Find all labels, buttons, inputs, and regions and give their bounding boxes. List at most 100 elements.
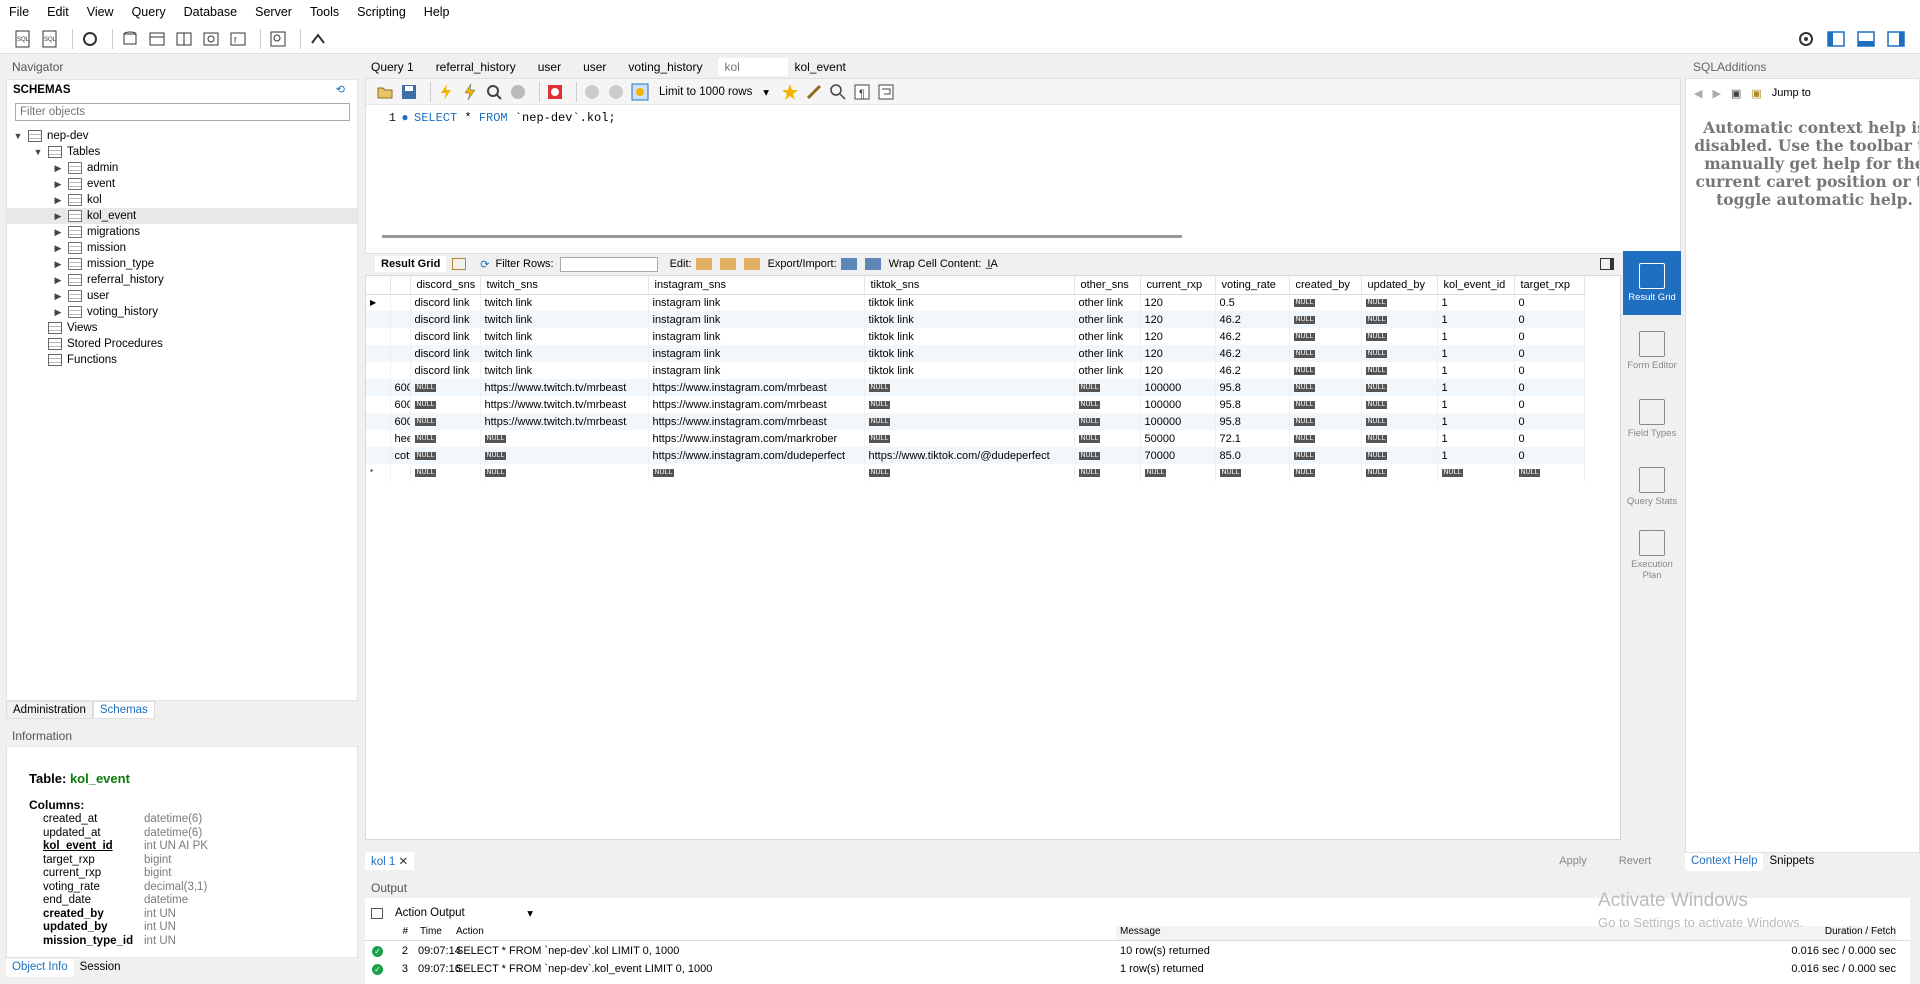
grid-cell[interactable]: 1 [1437, 362, 1515, 379]
tree-schema-nep-dev[interactable]: ▼ nep-dev [7, 128, 357, 144]
menu-help[interactable]: Help [415, 5, 459, 19]
grid-cell[interactable] [366, 413, 391, 430]
copy-icon[interactable] [371, 907, 383, 919]
editor-tab-voting_history[interactable]: voting_history [622, 58, 718, 76]
grid-cell[interactable]: https://www.tiktok.com/@dudeperfect [864, 447, 1075, 464]
grid-cell[interactable]: other link [1074, 311, 1141, 328]
grid-cell[interactable]: 120 [1140, 294, 1216, 311]
export-icon[interactable] [840, 258, 857, 270]
toggle-secondary-sidebar-icon[interactable] [1885, 28, 1907, 50]
grid-cell[interactable]: 6000 [390, 379, 411, 396]
column-header[interactable]: target_rxp [1514, 276, 1585, 295]
grid-cell[interactable]: 120 [1140, 345, 1216, 362]
refresh-icon[interactable]: ⟲ [336, 83, 345, 96]
grid-cell[interactable]: 0 [1514, 447, 1585, 464]
grid-cell[interactable]: twitch link [480, 294, 649, 311]
manual-help-icon[interactable]: ▣ [1731, 87, 1741, 100]
filter-rows-input[interactable] [559, 256, 658, 272]
menu-view[interactable]: View [78, 5, 123, 19]
column-header[interactable]: created_by [1289, 276, 1362, 295]
refresh-grid-icon[interactable]: ⟳ [480, 258, 489, 271]
grid-cell[interactable]: 85.0 [1215, 447, 1290, 464]
menu-file[interactable]: File [0, 5, 38, 19]
toggle-panel-icon[interactable] [1600, 258, 1614, 270]
save-icon[interactable] [400, 83, 418, 101]
filter-objects-input[interactable] [16, 106, 349, 118]
tab-object-info[interactable]: Object Info [6, 959, 74, 977]
grid-cell[interactable] [366, 447, 391, 464]
grid-cell[interactable]: NULL [1289, 328, 1362, 345]
grid-cell[interactable]: NULL [1074, 379, 1141, 396]
grid-cell[interactable]: other link [1074, 345, 1141, 362]
grid-cell[interactable]: 0 [1514, 345, 1585, 362]
grid-cell[interactable]: instagram link [648, 345, 865, 362]
grid-cell[interactable]: ▶ [366, 294, 391, 311]
editor-tab-referral_history[interactable]: referral_history [430, 58, 532, 76]
edit-row-icon[interactable] [695, 258, 712, 270]
filter-objects[interactable] [15, 103, 350, 121]
grid-cell[interactable]: NULL [1140, 464, 1216, 481]
grid-cell[interactable]: NULL [1437, 464, 1515, 481]
grid-cell[interactable]: NULL [1289, 345, 1362, 362]
commit-icon[interactable] [583, 83, 601, 101]
tree-table-kol_event[interactable]: ▶ kol_event [7, 208, 357, 224]
grid-cell[interactable]: 0 [1514, 379, 1585, 396]
grid-cell[interactable]: discord link [410, 345, 481, 362]
back-icon[interactable]: ◀ [1694, 87, 1702, 100]
collapsed-arrow-icon[interactable]: ▶ [53, 211, 63, 222]
grid-cell[interactable]: NULL [1289, 311, 1362, 328]
grid-cell[interactable]: 100000 [1140, 396, 1216, 413]
editor-tab-query-1[interactable]: Query 1 [365, 58, 430, 76]
code-line-1[interactable]: 1 ● SELECT * FROM `nep-dev`.kol; [366, 111, 616, 125]
tree-functions[interactable]: Functions [7, 352, 357, 368]
grid-cell[interactable]: 1 [1437, 328, 1515, 345]
grid-cell[interactable]: 1 [1437, 396, 1515, 413]
grid-cell[interactable]: heeeliondo... [390, 430, 411, 447]
open-sql-icon[interactable]: SQL [39, 28, 61, 50]
execute-current-icon[interactable] [461, 83, 479, 101]
tab-schemas[interactable]: Schemas [92, 701, 155, 719]
grid-cell[interactable]: 46.2 [1215, 362, 1290, 379]
tree-tables[interactable]: ▼ Tables [7, 144, 357, 160]
grid-cell[interactable]: 0 [1514, 362, 1585, 379]
menu-tools[interactable]: Tools [301, 5, 348, 19]
grid-cell[interactable]: 6000 [390, 413, 411, 430]
grid-cell[interactable]: discord link [410, 311, 481, 328]
limit-rows-select[interactable]: Limit to 1000 rows ▾ [655, 83, 773, 101]
editor-tab-kol_event[interactable]: kol_event [788, 58, 861, 76]
grid-cell[interactable]: NULL [1289, 396, 1362, 413]
grid-cell[interactable]: other link [1074, 294, 1141, 311]
column-header[interactable]: instagram_sns [648, 276, 865, 295]
new-sql-tab-icon[interactable]: SQL [12, 28, 34, 50]
grid-cell[interactable] [390, 345, 411, 362]
tree-table-user[interactable]: ▶ user [7, 288, 357, 304]
grid-cell[interactable]: 120 [1140, 362, 1216, 379]
collapsed-arrow-icon[interactable]: ▶ [53, 163, 63, 174]
menu-query[interactable]: Query [123, 5, 175, 19]
grid-cell[interactable]: NULL [410, 413, 481, 430]
wrap-lines-icon[interactable] [877, 83, 895, 101]
grid-cell[interactable]: twitch link [480, 362, 649, 379]
tree-table-mission_type[interactable]: ▶ mission_type [7, 256, 357, 272]
collapsed-arrow-icon[interactable]: ▶ [53, 275, 63, 286]
delete-row-icon[interactable] [743, 258, 760, 270]
tree-table-referral_history[interactable]: ▶ referral_history [7, 272, 357, 288]
collapsed-arrow-icon[interactable]: ▶ [53, 195, 63, 206]
grid-cell[interactable]: 100000 [1140, 379, 1216, 396]
grid-cell[interactable]: NULL [410, 379, 481, 396]
editor-tab-kol[interactable]: kol [718, 58, 789, 76]
grid-cell[interactable]: 1 [1437, 430, 1515, 447]
open-file-icon[interactable] [376, 83, 394, 101]
grid-cell[interactable]: NULL [1074, 447, 1141, 464]
collapsed-arrow-icon[interactable]: ▶ [53, 259, 63, 270]
grid-cell[interactable]: NULL [648, 464, 865, 481]
grid-cell[interactable] [390, 362, 411, 379]
grid-cell[interactable]: 0 [1514, 430, 1585, 447]
grid-cell[interactable]: 1 [1437, 413, 1515, 430]
grid-cell[interactable]: 1 [1437, 294, 1515, 311]
grid-cell[interactable] [366, 430, 391, 447]
tree-procedures[interactable]: Stored Procedures [7, 336, 357, 352]
grid-cell[interactable]: 95.8 [1215, 379, 1290, 396]
grid-cell[interactable]: https://www.instagram.com/mrbeast [648, 396, 865, 413]
grid-cell[interactable]: NULL [1361, 379, 1438, 396]
